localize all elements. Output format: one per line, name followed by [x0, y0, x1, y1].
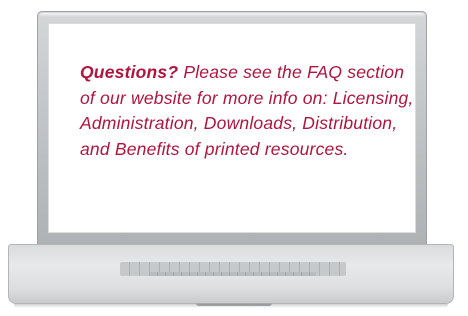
keyboard-row [150, 272, 316, 276]
laptop-shadow [14, 304, 448, 308]
lid-highlight [39, 13, 425, 17]
faq-message-lead: Questions? [80, 62, 179, 82]
faq-message: Questions? Please see the FAQ section of… [80, 60, 414, 162]
laptop-illustration: Questions? Please see the FAQ section of… [0, 0, 468, 316]
